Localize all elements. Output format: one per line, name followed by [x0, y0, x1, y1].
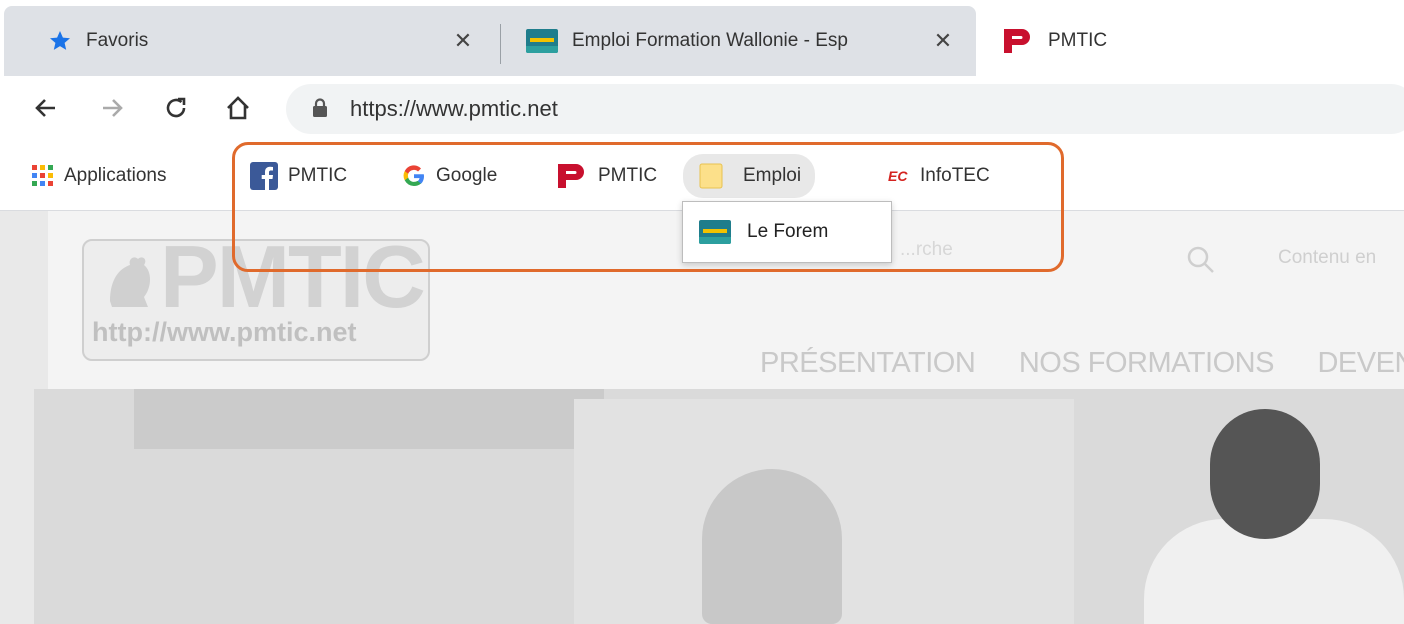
close-tab-icon[interactable]: ✕: [452, 28, 474, 54]
bookmark-pmtic-facebook[interactable]: PMTIC: [250, 142, 347, 210]
forward-button[interactable]: [94, 90, 130, 126]
bookmark-folder-emploi[interactable]: Emploi: [683, 154, 816, 198]
back-button[interactable]: [28, 90, 64, 126]
bookmark-applications[interactable]: Applications: [32, 142, 166, 210]
bookmark-google[interactable]: Google: [402, 142, 497, 210]
bookmark-folder-menu: Le Forem: [682, 201, 892, 263]
tab-label: PMTIC: [1048, 30, 1108, 51]
bookmark-label: PMTIC: [288, 165, 348, 186]
home-button[interactable]: [220, 90, 256, 126]
tab-separator: [500, 24, 501, 64]
tab-label: Favoris: [86, 30, 149, 51]
tab-strip: Favoris ✕ Emploi Formation Wallonie - Es…: [0, 0, 1404, 76]
hero-person: [702, 469, 842, 624]
logo-url-text: http://www.pmtic.net: [92, 317, 357, 347]
menu-item-le-forem[interactable]: Le Forem: [683, 202, 891, 262]
tab-pmtic[interactable]: PMTIC: [976, 6, 1404, 76]
hero-shape: [134, 389, 604, 449]
infotec-icon: EC: [888, 168, 908, 184]
logo-text: PMTIC: [160, 227, 426, 326]
bookmark-label: Google: [436, 165, 498, 186]
address-bar[interactable]: [286, 84, 1404, 134]
nav-item-presentation[interactable]: PRÉSENTATION: [760, 347, 976, 379]
site-search-placeholder[interactable]: ...rche: [900, 239, 953, 261]
reload-icon: [166, 97, 186, 118]
bookmark-pmtic[interactable]: PMTIC: [556, 142, 657, 210]
le-forem-favicon: [526, 29, 558, 53]
arrow-left-icon: [35, 99, 55, 117]
bookmark-label: InfoTEC: [920, 165, 990, 186]
search-icon[interactable]: [1186, 245, 1216, 275]
folder-icon: [699, 163, 723, 189]
svg-text:EC: EC: [888, 168, 908, 184]
nav-item-nos-formations[interactable]: NOS FORMATIONS: [1019, 347, 1275, 379]
tab-label: Emploi Formation Wallonie - Esp: [572, 30, 848, 51]
menu-item-label: Le Forem: [747, 221, 829, 242]
reload-button[interactable]: [158, 90, 194, 126]
content-link[interactable]: Contenu en: [1278, 247, 1376, 269]
bookmark-label: PMTIC: [598, 165, 658, 186]
pmtic-favicon: [1004, 29, 1030, 53]
hero-person: [1210, 409, 1320, 539]
facebook-icon: [250, 162, 278, 190]
home-icon: [227, 96, 249, 120]
site-nav: PRÉSENTATION NOS FORMATIONS DEVEN: [760, 347, 1404, 380]
lock-icon: [313, 98, 327, 117]
star-icon: [50, 31, 70, 50]
google-icon: [403, 165, 424, 187]
hero-image: [34, 389, 1404, 624]
web-page-content: PMTIC http://www.pmtic.net ...rche Conte…: [0, 211, 1404, 624]
url-input[interactable]: [350, 92, 1050, 126]
bookmark-label: Applications: [64, 165, 167, 186]
bookmark-label: Emploi: [743, 165, 802, 186]
browser-toolbar: [0, 76, 1404, 142]
nav-item-devenir[interactable]: DEVEN: [1317, 347, 1404, 379]
pmtic-favicon: [558, 164, 584, 188]
bookmark-infotec[interactable]: EC InfoTEC: [888, 142, 990, 210]
arrow-right-icon: [103, 99, 123, 117]
rooster-emblem-icon: [110, 257, 150, 307]
tab-emploi-formation[interactable]: Emploi Formation Wallonie - Esp ✕: [504, 6, 976, 76]
apps-grid-icon: [32, 165, 53, 186]
le-forem-favicon: [699, 220, 731, 244]
close-tab-icon[interactable]: ✕: [932, 28, 954, 54]
tab-favoris[interactable]: Favoris ✕: [4, 6, 494, 76]
